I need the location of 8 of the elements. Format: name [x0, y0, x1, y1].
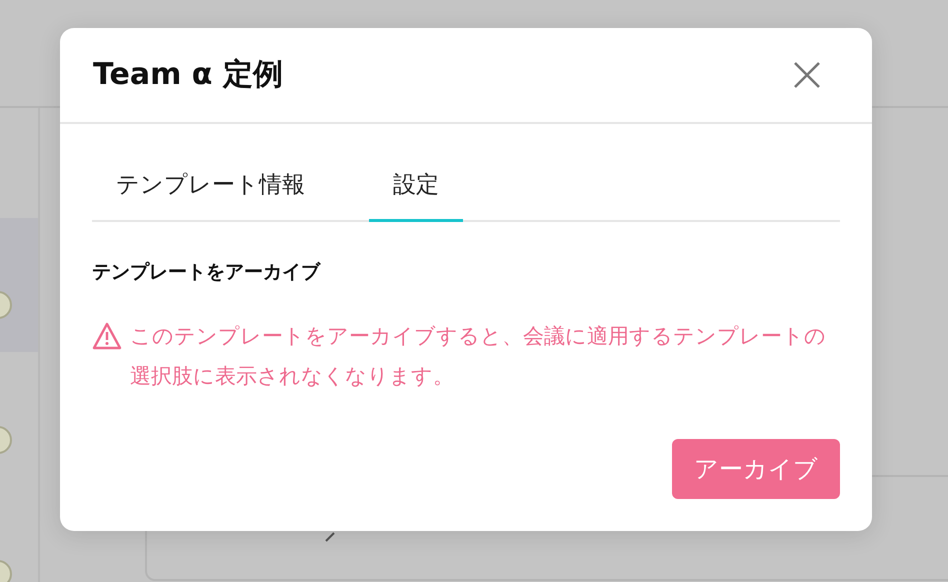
tab[interactable]: 設定: [369, 168, 463, 222]
warning-message: このテンプレートをアーカイブすると、会議に適用するテンプレートの選択肢に表示されなくなります。: [130, 323, 827, 390]
close-icon[interactable]: [792, 60, 822, 90]
warning-icon: [92, 322, 122, 350]
chevron-icon: [325, 532, 335, 542]
section-title: テンプレートをアーカイブ: [92, 260, 322, 284]
tab[interactable]: テンプレート情報: [92, 168, 329, 222]
dialog-title: Team α 定例: [93, 57, 283, 93]
